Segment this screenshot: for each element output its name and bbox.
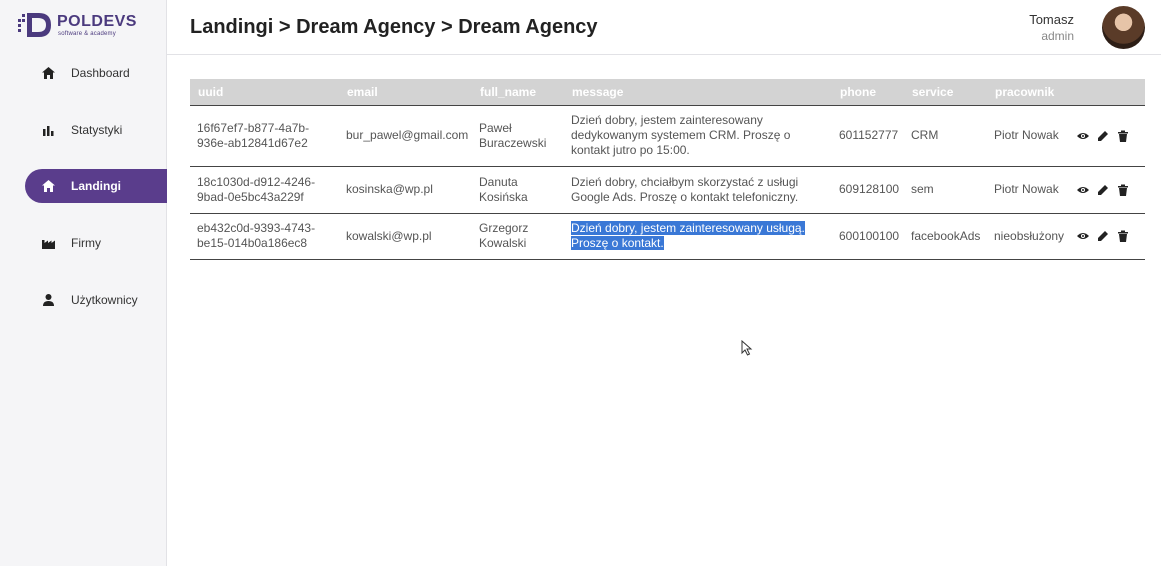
eye-icon[interactable] [1077, 130, 1089, 142]
cell-actions [1070, 105, 1145, 167]
sidebar-item-firmy[interactable]: Firmy [25, 226, 167, 260]
home-icon [25, 67, 71, 79]
cell-full-name: Danuta Kosińska [472, 166, 564, 214]
cell-uuid: 16f67ef7-b877-4a7b-936e-ab12841d67e2 [190, 105, 339, 167]
factory-icon [25, 238, 71, 249]
brand-name: POLDEVS [57, 13, 137, 30]
column-header[interactable]: pracownik [987, 79, 1070, 106]
column-header-actions [1070, 79, 1145, 106]
sidebar-item-label: Dashboard [71, 66, 130, 80]
cell-service: facebookAds [904, 213, 987, 260]
cell-full-name: Grzegorz Kowalski [472, 213, 564, 260]
selected-text: Dzień dobry, jestem zainteresowany usług… [571, 221, 805, 235]
sidebar-item-label: Landingi [71, 179, 121, 193]
eye-icon[interactable] [1077, 230, 1089, 242]
pencil-icon[interactable] [1097, 230, 1109, 242]
pencil-icon[interactable] [1097, 130, 1109, 142]
cell-uuid: 18c1030d-d912-4246-9bad-0e5bc43a229f [190, 166, 339, 214]
pencil-icon[interactable] [1097, 184, 1109, 196]
sidebar-item-uzytkownicy[interactable]: Użytkownicy [25, 283, 167, 317]
cell-message: Dzień dobry, jestem zainteresowany dedyk… [564, 105, 832, 167]
cell-phone: 601152777 [832, 105, 904, 167]
sidebar-item-label: Statystyki [71, 123, 123, 137]
sidebar-item-landingi[interactable]: Landingi [25, 169, 167, 203]
trash-icon[interactable] [1117, 130, 1129, 142]
cell-uuid: eb432c0d-9393-4743-be15-014b0a186ec8 [190, 213, 339, 260]
cell-email: bur_pawel@gmail.com [339, 105, 472, 167]
table-row: 18c1030d-d912-4246-9bad-0e5bc43a229f kos… [190, 166, 1145, 214]
cell-email: kowalski@wp.pl [339, 213, 472, 260]
breadcrumb: Landingi > Dream Agency > Dream Agency [190, 16, 598, 38]
cell-service: sem [904, 166, 987, 214]
user-role: admin [1041, 29, 1074, 43]
top-header: Landingi > Dream Agency > Dream Agency T… [167, 0, 1161, 55]
leads-table-container: uuid email full_name message phone servi… [190, 79, 1145, 260]
cell-actions [1070, 166, 1145, 214]
cell-message: Dzień dobry, chciałbym skorzystać z usłu… [564, 166, 832, 214]
sidebar-item-statystyki[interactable]: Statystyki [25, 113, 167, 147]
cell-phone: 600100100 [832, 213, 904, 260]
cell-actions [1070, 213, 1145, 260]
column-header[interactable]: service [904, 79, 987, 106]
column-header[interactable]: message [564, 79, 832, 106]
eye-icon[interactable] [1077, 184, 1089, 196]
column-header[interactable]: uuid [190, 79, 339, 106]
column-header[interactable]: email [339, 79, 472, 106]
cell-service: CRM [904, 105, 987, 167]
selected-text: Proszę o kontakt. [571, 236, 664, 250]
column-header[interactable]: full_name [472, 79, 564, 106]
table-row: 16f67ef7-b877-4a7b-936e-ab12841d67e2 bur… [190, 105, 1145, 167]
avatar[interactable] [1102, 6, 1145, 49]
sidebar-item-dashboard[interactable]: Dashboard [25, 56, 167, 90]
cell-phone: 609128100 [832, 166, 904, 214]
user-icon [25, 294, 71, 306]
user-name: Tomasz [1029, 12, 1074, 27]
mouse-cursor-icon [741, 340, 753, 356]
sidebar-item-label: Użytkownicy [71, 293, 138, 307]
cell-pracownik: Piotr Nowak [987, 166, 1070, 214]
trash-icon[interactable] [1117, 230, 1129, 242]
cell-message: Dzień dobry, jestem zainteresowany usług… [564, 213, 832, 260]
leads-table: uuid email full_name message phone servi… [190, 79, 1145, 260]
cell-pracownik: nieobsłużony [987, 213, 1070, 260]
cell-full-name: Paweł Buraczewski [472, 105, 564, 167]
table-header-row: uuid email full_name message phone servi… [190, 79, 1145, 106]
home-icon [25, 180, 71, 192]
table-row: eb432c0d-9393-4743-be15-014b0a186ec8 kow… [190, 213, 1145, 260]
sidebar-item-label: Firmy [71, 236, 101, 250]
brand-tagline: software & academy [58, 31, 116, 37]
bar-chart-icon [25, 125, 71, 136]
cell-pracownik: Piotr Nowak [987, 105, 1070, 167]
cell-email: kosinska@wp.pl [339, 166, 472, 214]
poldevs-logo[interactable]: POLDEVS software & academy [17, 12, 152, 42]
column-header[interactable]: phone [832, 79, 904, 106]
sidebar: POLDEVS software & academy Dashboard Sta… [0, 0, 167, 566]
trash-icon[interactable] [1117, 184, 1129, 196]
logo-mark-icon [18, 13, 51, 37]
